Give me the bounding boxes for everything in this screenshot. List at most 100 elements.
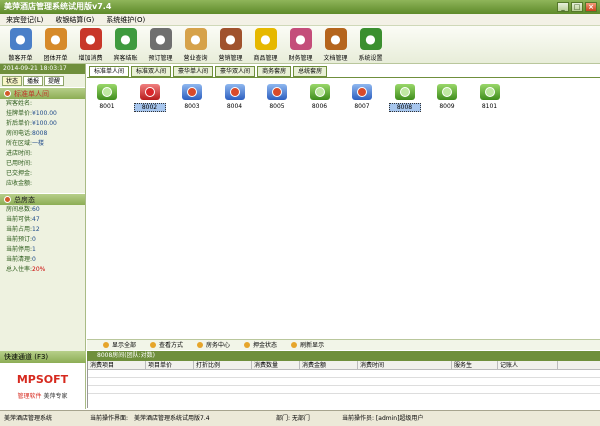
room-tile[interactable]: 8009 [431, 84, 463, 110]
room-tile[interactable]: 8004 [219, 84, 251, 110]
room-status-dot [144, 87, 155, 97]
info-key: 房间总数: [6, 206, 33, 213]
room-blue-icon [267, 84, 287, 100]
toolbar-button-10[interactable]: ● 系统设置 [353, 26, 388, 64]
room-blue-icon [352, 84, 372, 100]
info-key: 应收金额: [6, 180, 33, 187]
logo-slogan-1: 管理软件 [17, 393, 42, 400]
quick-channel[interactable]: 快速通道 (F3) [0, 351, 86, 363]
toolbar-button-9[interactable]: ● 文档管理 [318, 26, 353, 64]
info-row: 房间总数:60 [0, 205, 85, 215]
toolbar-button-8[interactable]: ● 财务管理 [283, 26, 318, 64]
add-consume-icon: ● [79, 28, 102, 50]
info-row: 应收金额: [0, 179, 85, 189]
tab-room-type-3[interactable]: 豪华双人间 [215, 66, 256, 77]
room-status-dot [314, 87, 325, 97]
info-key: 当前清理: [6, 256, 33, 263]
tab-room-type-5[interactable]: 总统套房 [293, 66, 328, 77]
window-title: 美萍酒店管理系统试用版v7.4 _ □ × [0, 0, 600, 14]
logo-brand: MPSOFT [16, 373, 69, 386]
info-key: 房间电话: [6, 130, 33, 137]
room-tile[interactable]: 8006 [304, 84, 336, 110]
detail-header: 8008房间(团队:对数) [87, 351, 600, 361]
window-title-text: 美萍酒店管理系统试用版v7.4 [4, 2, 112, 11]
toolbar-button-0[interactable]: ● 散客开单 [3, 26, 38, 64]
toolbar-button-2[interactable]: ● 增加消费 [73, 26, 108, 64]
settings-icon: ● [359, 28, 382, 50]
room-number: 8004 [226, 103, 243, 110]
tab-room-type-4[interactable]: 商务套房 [257, 66, 292, 77]
info-value: 0 [32, 236, 36, 243]
toolbar-button-4[interactable]: ● 预订管理 [143, 26, 178, 64]
tab-broadcast[interactable]: 播报 [23, 76, 44, 86]
room-info-heading: 标准单人间 [0, 87, 85, 99]
room-status-dot [102, 87, 112, 97]
action-button-3[interactable]: 押金状态 [244, 340, 277, 350]
toolbar-button-5[interactable]: ● 营业查询 [178, 26, 213, 64]
consume-table: 消费项目 项目单价 打折比例 消费数量 消费金额 消费时间 服务生 记账人 [87, 361, 600, 408]
info-value: ¥100.00 [32, 110, 57, 117]
room-blue-icon [224, 84, 245, 100]
marketing-icon: ● [219, 28, 242, 50]
tab-room-type-1[interactable]: 标准双人间 [131, 66, 172, 77]
menu-maintenance[interactable]: 系统维护(O) [106, 14, 145, 25]
room-blue-icon [182, 84, 202, 100]
menu-checkin[interactable]: 来宾登记(L) [6, 14, 43, 25]
tab-room-type-0[interactable]: 标准单人间 [89, 66, 130, 77]
table-header: 消费项目 项目单价 打折比例 消费数量 消费金额 消费时间 服务生 记账人 [88, 361, 600, 370]
room-tile[interactable]: 8007 [346, 84, 378, 110]
column-header: 消费金额 [300, 361, 358, 369]
close-button[interactable]: × [585, 2, 597, 12]
info-row: 宾客姓名: [0, 99, 85, 109]
action-button-2[interactable]: 房务中心 [197, 340, 230, 350]
maximize-button[interactable]: □ [571, 2, 583, 12]
tab-room-type-2[interactable]: 豪华单人间 [173, 66, 214, 77]
action-button-1[interactable]: 查看方式 [150, 340, 183, 350]
guest-icon: ● [9, 28, 32, 50]
column-header: 项目单价 [146, 361, 194, 369]
info-key: 已用时间: [6, 160, 33, 167]
room-number: 8002 [133, 103, 166, 112]
table-row[interactable] [88, 386, 600, 394]
toolbar-button-7[interactable]: ● 商品管理 [248, 26, 283, 64]
document-icon: ● [324, 28, 347, 50]
toolbar-button-3[interactable]: ● 宾客结账 [108, 26, 143, 64]
table-row[interactable] [88, 378, 600, 386]
status-app: 美萍酒店管理系统 [4, 415, 53, 422]
left-tabs: 状态 播报 提醒 [0, 74, 85, 87]
info-key: 当前停用: [6, 246, 33, 253]
table-row[interactable] [88, 370, 600, 378]
room-tile[interactable]: 8001 [91, 84, 123, 110]
minimize-button[interactable]: _ [557, 2, 569, 12]
room-tile[interactable]: 8005 [261, 84, 293, 110]
room-tile[interactable]: 8002 [133, 84, 166, 112]
info-row: 总入住率:20% [0, 265, 85, 275]
menu-cashier[interactable]: 收银结算(G) [55, 14, 94, 25]
room-tile[interactable]: 8008 [388, 84, 421, 112]
clock-icon: ● [149, 28, 172, 50]
info-key: 已交押金: [6, 170, 33, 177]
action-button-0[interactable]: 显示全部 [103, 340, 136, 350]
info-key: 当前占用: [6, 226, 33, 233]
room-tile[interactable]: 8101 [474, 84, 506, 110]
toolbar-button-6[interactable]: ● 营销管理 [213, 26, 248, 64]
tab-status[interactable]: 状态 [2, 76, 23, 86]
room-number: 8007 [354, 103, 370, 110]
room-grid: 8001 8002 8003 8004 8005 8006 8007 8008 8009 8101 [87, 77, 600, 337]
quick-channel-label: 快速通道 (F3) [4, 353, 49, 361]
current-date: 2014-09-21 18:03:17 [0, 64, 85, 74]
info-row: 当前占用:12 [0, 225, 85, 235]
info-key: 挂牌单价: [6, 110, 33, 117]
toolbar-label: 预订管理 [148, 55, 173, 62]
action-button-4[interactable]: 刷新显示 [291, 340, 324, 350]
info-key: 进店时间: [6, 150, 33, 157]
toolbar-label: 散客开单 [8, 55, 33, 62]
room-status-dot [272, 87, 282, 97]
tab-reminder[interactable]: 提醒 [44, 76, 65, 86]
status-current-label: 当前操作界面: [90, 415, 129, 422]
room-status-dot [399, 87, 410, 97]
room-green-icon [97, 84, 117, 100]
toolbar-button-1[interactable]: ● 团体开单 [38, 26, 73, 64]
room-tile[interactable]: 8003 [176, 84, 208, 110]
status-dept: 部门: 无部门 [276, 415, 310, 422]
